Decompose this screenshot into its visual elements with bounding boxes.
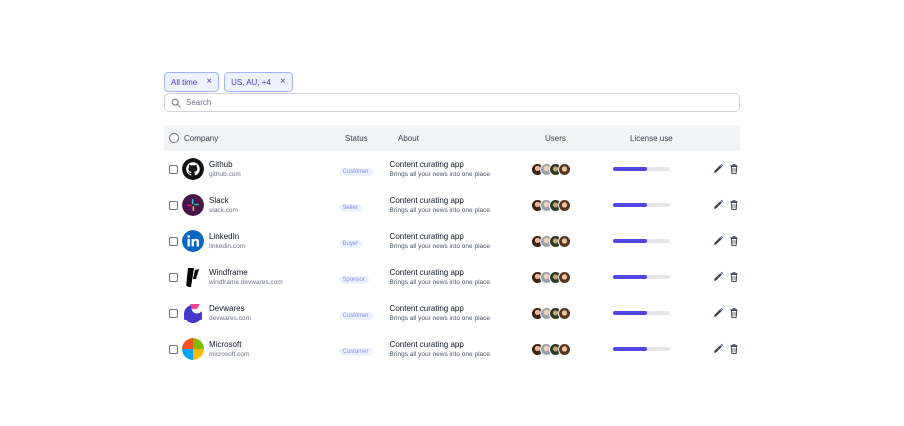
- table-row: Slack slack.com Seller Content curating …: [164, 187, 740, 223]
- company-name: Github: [209, 159, 233, 169]
- row-checkbox[interactable]: [169, 272, 178, 282]
- user-avatars[interactable]: [531, 342, 613, 356]
- header-status: Status: [345, 133, 368, 143]
- linkedin-logo-icon: [182, 230, 204, 252]
- devwares-logo-icon: [182, 302, 204, 324]
- user-avatars[interactable]: [531, 198, 613, 212]
- status-badge: Customer: [338, 312, 373, 320]
- companies-table: Company Status About Users License use G…: [164, 125, 740, 367]
- close-icon[interactable]: ×: [206, 77, 212, 87]
- company-name: LinkedIn: [209, 231, 240, 241]
- row-checkbox[interactable]: [169, 308, 178, 318]
- about-title: Content curating app: [389, 267, 464, 277]
- avatar: [558, 234, 572, 248]
- table-row: LinkedIn linkedin.com Buyer Content cura…: [164, 223, 740, 259]
- company-domain: linkedin.com: [209, 242, 246, 250]
- company-name: Windframe: [209, 267, 248, 277]
- close-icon[interactable]: ×: [280, 77, 286, 87]
- user-avatars[interactable]: [531, 234, 613, 248]
- license-usage-bar: [612, 203, 670, 207]
- search-box[interactable]: [164, 93, 740, 112]
- row-checkbox[interactable]: [169, 236, 178, 246]
- about-title: Content curating app: [389, 159, 464, 169]
- edit-icon[interactable]: [712, 163, 724, 175]
- trash-icon[interactable]: [728, 271, 740, 283]
- about-description: Brings all your news into one place: [389, 350, 490, 358]
- about-title: Content curating app: [389, 339, 464, 349]
- row-checkbox[interactable]: [169, 200, 178, 210]
- status-badge: Customer: [338, 168, 373, 176]
- filter-chip-region[interactable]: US, AU, +4 ×: [224, 72, 293, 92]
- license-usage-bar: [612, 275, 670, 279]
- row-checkbox[interactable]: [169, 344, 178, 354]
- filter-chips: All time × US, AU, +4 ×: [164, 72, 740, 92]
- avatar: [558, 342, 572, 356]
- company-name: Microsoft: [209, 339, 242, 349]
- avatar: [558, 198, 572, 212]
- status-badge: Sponsor: [338, 276, 369, 284]
- table-header: Company Status About Users License use: [164, 125, 740, 151]
- edit-icon[interactable]: [712, 199, 724, 211]
- trash-icon[interactable]: [728, 307, 740, 319]
- status-badge: Customer: [338, 348, 373, 356]
- trash-icon[interactable]: [728, 235, 740, 247]
- filter-chip-label: All time: [171, 77, 198, 87]
- company-domain: slack.com: [209, 206, 238, 214]
- about-description: Brings all your news into one place: [389, 314, 490, 322]
- companies-table-widget: All time × US, AU, +4 × Company Status A…: [164, 72, 740, 367]
- company-domain: windframe.devwares.com: [209, 278, 283, 286]
- status-badge: Buyer: [338, 240, 363, 248]
- user-avatars[interactable]: [531, 306, 613, 320]
- company-name: Slack: [209, 195, 229, 205]
- company-domain: microsoft.com: [209, 350, 250, 358]
- edit-icon[interactable]: [712, 343, 724, 355]
- microsoft-logo-icon: [182, 338, 204, 360]
- about-description: Brings all your news into one place: [389, 278, 490, 286]
- license-usage-bar: [612, 311, 670, 315]
- license-usage-bar: [612, 167, 670, 171]
- about-description: Brings all your news into one place: [389, 170, 490, 178]
- edit-icon[interactable]: [712, 235, 724, 247]
- status-badge: Seller: [338, 204, 362, 212]
- header-company: Company: [184, 133, 219, 143]
- edit-icon[interactable]: [712, 271, 724, 283]
- windframe-logo-icon: [182, 266, 204, 288]
- table-row: Github github.com Customer Content curat…: [164, 151, 740, 187]
- header-license-use: License use: [630, 133, 673, 143]
- about-title: Content curating app: [389, 195, 464, 205]
- company-domain: devwares.com: [209, 314, 251, 322]
- license-usage-bar: [612, 239, 670, 243]
- user-avatars[interactable]: [531, 162, 613, 176]
- table-row: Windframe windframe.devwares.com Sponsor…: [164, 259, 740, 295]
- row-checkbox[interactable]: [169, 164, 178, 174]
- edit-icon[interactable]: [712, 307, 724, 319]
- about-description: Brings all your news into one place: [389, 206, 490, 214]
- table-row: Microsoft microsoft.com Customer Content…: [164, 331, 740, 367]
- filter-chip-time[interactable]: All time ×: [164, 72, 220, 92]
- search-icon: [171, 98, 181, 108]
- select-all-checkbox[interactable]: [169, 133, 179, 143]
- about-description: Brings all your news into one place: [389, 242, 490, 250]
- trash-icon[interactable]: [728, 343, 740, 355]
- license-usage-bar: [612, 347, 670, 351]
- trash-icon[interactable]: [728, 163, 740, 175]
- avatar: [558, 270, 572, 284]
- filter-chip-label: US, AU, +4: [231, 77, 271, 87]
- header-users: Users: [545, 133, 566, 143]
- about-title: Content curating app: [389, 303, 464, 313]
- trash-icon[interactable]: [728, 199, 740, 211]
- company-domain: github.com: [209, 170, 241, 178]
- table-row: Devwares devwares.com Customer Content c…: [164, 295, 740, 331]
- github-logo-icon: [182, 158, 204, 180]
- avatar: [558, 162, 572, 176]
- header-about: About: [398, 133, 419, 143]
- search-input[interactable]: [186, 98, 706, 107]
- user-avatars[interactable]: [531, 270, 613, 284]
- avatar: [558, 306, 572, 320]
- company-name: Devwares: [209, 303, 245, 313]
- slack-logo-icon: [182, 194, 204, 216]
- about-title: Content curating app: [389, 231, 464, 241]
